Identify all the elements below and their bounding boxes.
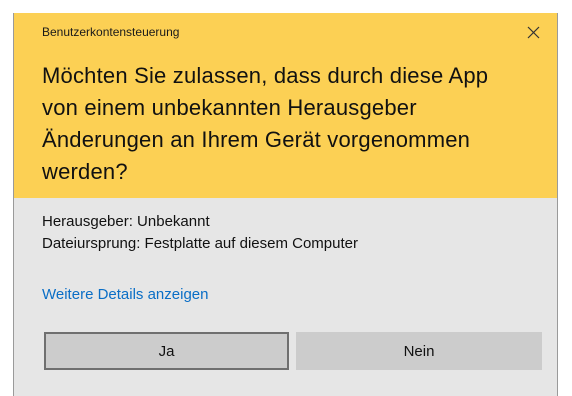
publisher-label: Herausgeber: Unbekannt: [42, 213, 210, 230]
app-info: Herausgeber: Unbekannt Dateiursprung: Fe…: [42, 211, 358, 255]
yes-button[interactable]: Ja: [44, 332, 289, 370]
no-button[interactable]: Nein: [296, 332, 542, 370]
window-title: Benutzerkontensteuerung: [42, 25, 180, 39]
uac-dialog: Benutzerkontensteuerung Möchten Sie zula…: [13, 13, 558, 396]
close-button[interactable]: [511, 13, 557, 53]
consent-question: Möchten Sie zulassen, dass durch diese A…: [42, 63, 489, 184]
close-icon: [527, 26, 540, 39]
dialog-header: Benutzerkontensteuerung Möchten Sie zula…: [14, 13, 557, 198]
show-details-link[interactable]: Weitere Details anzeigen: [42, 286, 208, 303]
file-origin-label: Dateiursprung: Festplatte auf diesem Com…: [42, 235, 358, 252]
